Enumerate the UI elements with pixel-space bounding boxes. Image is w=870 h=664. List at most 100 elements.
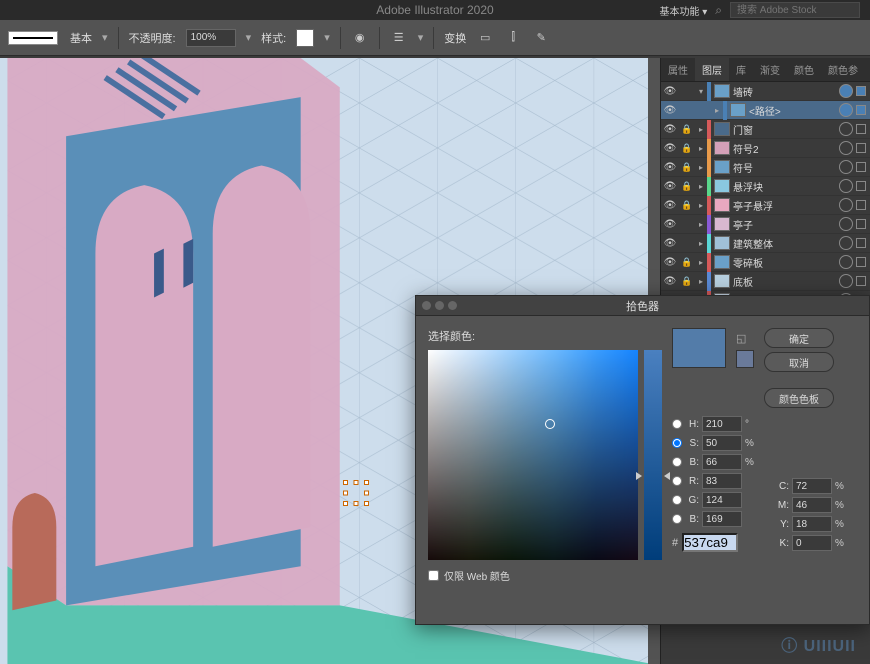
layer-row[interactable]: 👁 ▸ 建筑整体 (661, 234, 870, 253)
visibility-toggle[interactable]: 👁 (661, 181, 679, 192)
style-swatch[interactable] (296, 29, 314, 47)
expand-toggle[interactable]: ▸ (695, 125, 707, 134)
target-icon[interactable] (839, 255, 853, 269)
visibility-toggle[interactable]: 👁 (661, 219, 679, 230)
visibility-toggle[interactable]: 👁 (661, 276, 679, 287)
isolate-icon[interactable]: ⫿ (504, 29, 522, 47)
visibility-toggle[interactable]: 👁 (661, 124, 679, 135)
chevron-down-icon[interactable]: ▾ (246, 31, 252, 44)
layer-row[interactable]: 👁🔒▸零碎板 (661, 253, 870, 272)
swatches-button[interactable]: 颜色色板 (764, 388, 834, 408)
s-input[interactable] (702, 435, 742, 451)
g-radio[interactable] (672, 495, 682, 505)
selection-indicator[interactable] (856, 276, 866, 286)
target-icon[interactable] (839, 84, 853, 98)
lock-toggle[interactable]: 🔒 (679, 162, 695, 173)
visibility-toggle[interactable]: 👁 (661, 257, 679, 268)
b-radio[interactable] (672, 457, 682, 467)
visibility-toggle[interactable]: 👁 (661, 162, 679, 173)
layer-name[interactable]: <路径> (749, 103, 836, 118)
layer-row[interactable]: 👁🔒▸ 符号 (661, 158, 870, 177)
visibility-toggle[interactable]: 👁 (661, 143, 679, 154)
y-input[interactable] (792, 516, 832, 532)
visibility-toggle[interactable]: 👁 (661, 200, 679, 211)
lock-toggle[interactable]: 🔒 (679, 276, 695, 287)
expand-toggle[interactable]: ▸ (695, 239, 707, 248)
selection-indicator[interactable] (856, 181, 866, 191)
expand-toggle[interactable]: ▸ (695, 182, 707, 191)
visibility-toggle[interactable]: 👁 (661, 105, 679, 116)
g-input[interactable] (702, 492, 742, 508)
selection-indicator[interactable] (856, 257, 866, 267)
target-icon[interactable] (839, 236, 853, 250)
target-icon[interactable] (839, 217, 853, 231)
expand-toggle[interactable]: ▸ (711, 106, 723, 115)
panel-tab[interactable]: 颜色 (787, 58, 821, 81)
b-input[interactable] (702, 454, 742, 470)
search-stock-input[interactable] (730, 2, 860, 18)
visibility-toggle[interactable]: 👁 (661, 86, 679, 97)
lock-toggle[interactable]: 🔒 (679, 181, 695, 192)
panel-tab[interactable]: 属性 (661, 58, 695, 81)
layer-row[interactable]: 👁 ▾ 墙砖 (661, 82, 870, 101)
bl-radio[interactable] (672, 514, 682, 524)
layer-name[interactable]: 符号2 (733, 141, 836, 156)
chevron-down-icon[interactable]: ▾ (102, 31, 108, 44)
web-only-checkbox[interactable]: 仅限 Web 颜色 (428, 568, 662, 583)
expand-toggle[interactable]: ▸ (695, 220, 707, 229)
layer-name[interactable]: 墙砖 (733, 84, 836, 99)
selection-indicator[interactable] (856, 238, 866, 248)
target-icon[interactable] (839, 160, 853, 174)
s-radio[interactable] (672, 438, 682, 448)
lock-toggle[interactable]: 🔒 (679, 124, 695, 135)
expand-toggle[interactable]: ▸ (695, 201, 707, 210)
layer-name[interactable]: 亭子悬浮 (733, 198, 836, 213)
target-icon[interactable] (839, 198, 853, 212)
panel-tab[interactable]: 渐变 (753, 58, 787, 81)
hue-slider[interactable] (644, 350, 662, 560)
ok-button[interactable]: 确定 (764, 328, 834, 348)
expand-toggle[interactable]: ▸ (695, 277, 707, 286)
selection-indicator[interactable] (856, 105, 866, 115)
selection-handles[interactable] (345, 482, 367, 504)
c-input[interactable] (792, 478, 832, 494)
expand-toggle[interactable]: ▸ (695, 163, 707, 172)
expand-toggle[interactable]: ▾ (695, 87, 707, 96)
panel-tab[interactable]: 库 (729, 58, 753, 81)
layer-row[interactable]: 👁 ▸ <路径> (661, 101, 870, 120)
selection-indicator[interactable] (856, 200, 866, 210)
opacity-input[interactable] (186, 29, 236, 47)
shape-icon[interactable]: ▭ (476, 29, 494, 47)
bl-input[interactable] (702, 511, 742, 527)
layer-name[interactable]: 符号 (733, 160, 836, 175)
chevron-down-icon[interactable]: ▾ (418, 31, 424, 44)
previous-color[interactable] (736, 350, 754, 368)
cancel-button[interactable]: 取消 (764, 352, 834, 372)
h-input[interactable] (702, 416, 742, 432)
r-radio[interactable] (672, 476, 682, 486)
window-controls[interactable] (422, 301, 457, 310)
layer-name[interactable]: 亭子 (733, 217, 836, 232)
chevron-down-icon[interactable]: ▾ (324, 31, 330, 44)
h-radio[interactable] (672, 419, 682, 429)
selection-indicator[interactable] (856, 219, 866, 229)
edit-icon[interactable]: ✎ (532, 29, 550, 47)
saturation-value-field[interactable] (428, 350, 638, 560)
target-icon[interactable] (839, 103, 853, 117)
panel-tab[interactable]: 颜色参 (821, 58, 865, 81)
align-icon[interactable]: ☰ (390, 29, 408, 47)
workspace-dropdown[interactable]: 基本功能 ▾ (659, 3, 707, 18)
visibility-toggle[interactable]: 👁 (661, 238, 679, 249)
lock-toggle[interactable]: 🔒 (679, 257, 695, 268)
layer-row[interactable]: 👁🔒▸ 底板 (661, 272, 870, 291)
panel-tab[interactable]: 图层 (695, 58, 729, 81)
target-icon[interactable] (839, 122, 853, 136)
selection-indicator[interactable] (856, 143, 866, 153)
layer-name[interactable]: 底板 (733, 274, 836, 289)
r-input[interactable] (702, 473, 742, 489)
selection-indicator[interactable] (856, 162, 866, 172)
dialog-title-bar[interactable]: 拾色器 (416, 296, 869, 316)
selection-indicator[interactable] (856, 86, 866, 96)
stroke-preview[interactable] (8, 31, 58, 45)
layer-name[interactable]: 建筑整体 (733, 236, 836, 251)
